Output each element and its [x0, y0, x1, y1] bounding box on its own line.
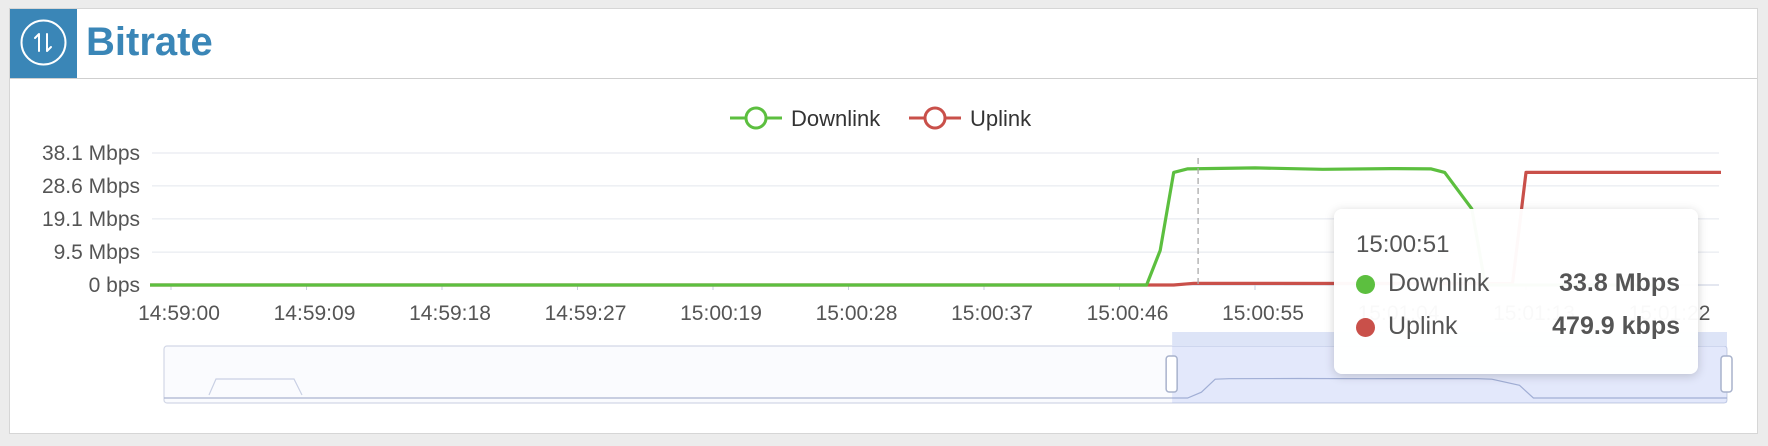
x-tick-label: 14:59:09 — [274, 302, 356, 325]
x-tick-label: 15:00:19 — [680, 302, 762, 325]
x-tick-label: 14:59:27 — [545, 302, 627, 325]
chart-legend: Downlink Uplink — [730, 106, 1032, 131]
zoom-handle-right[interactable] — [1720, 355, 1733, 393]
y-tick-label: 19.1 Mbps — [42, 208, 140, 231]
legend-marker — [744, 106, 768, 130]
tooltip-series-value: 479.9 kbps — [1552, 312, 1680, 340]
uplink-color-dot — [1356, 318, 1375, 337]
tooltip-time: 15:00:51 — [1356, 231, 1450, 258]
x-tick-label: 15:00:46 — [1087, 302, 1169, 325]
legend-label-downlink: Downlink — [791, 106, 881, 131]
x-tick-label: 15:00:37 — [951, 302, 1033, 325]
x-tick-label: 15:00:28 — [816, 302, 898, 325]
tooltip-row-downlink: Downlink 33.8 Mbps — [1356, 269, 1680, 299]
y-axis: 0 bps 9.5 Mbps 19.1 Mbps 28.6 Mbps 38.1 Mbps — [42, 142, 140, 297]
legend-label-uplink: Uplink — [970, 106, 1032, 131]
y-tick-label: 38.1 Mbps — [42, 142, 140, 165]
downlink-color-dot — [1356, 275, 1375, 294]
y-tick-label: 28.6 Mbps — [42, 175, 140, 198]
tooltip-series-name: Downlink — [1388, 269, 1490, 297]
y-tick-label: 0 bps — [89, 274, 140, 297]
tooltip-row-uplink: Uplink 479.9 kbps — [1356, 312, 1680, 342]
tooltip-series-value: 33.8 Mbps — [1559, 269, 1680, 297]
x-tick-label: 15:00:55 — [1222, 302, 1304, 325]
zoom-handle-left[interactable] — [1165, 355, 1178, 393]
x-tick-label: 14:59:18 — [409, 302, 491, 325]
chart-tooltip: 15:00:51 Downlink 33.8 Mbps Uplink 479.9… — [1334, 209, 1698, 374]
x-tick-label: 14:59:00 — [138, 302, 220, 325]
legend-marker — [923, 106, 947, 130]
y-tick-label: 9.5 Mbps — [54, 241, 140, 264]
tooltip-series-name: Uplink — [1388, 312, 1458, 340]
